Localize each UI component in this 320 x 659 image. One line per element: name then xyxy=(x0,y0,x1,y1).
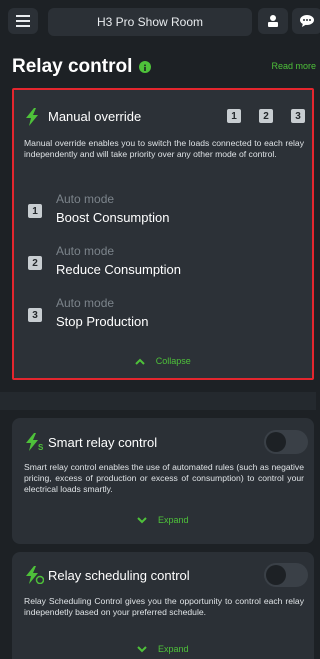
relay-scheduling-toggle[interactable] xyxy=(264,563,308,587)
profile-button[interactable] xyxy=(258,8,288,34)
expand-label: Expand xyxy=(157,644,189,654)
relay-badge-2: 2 xyxy=(259,109,273,123)
relay-row-2[interactable]: 2 Auto mode Reduce Consumption xyxy=(28,244,308,284)
collapse-button[interactable]: Collapse xyxy=(12,356,314,366)
chevron-up-icon xyxy=(135,358,145,365)
relay-mode-label: Auto mode xyxy=(56,244,115,258)
location-title: H3 Pro Show Room xyxy=(96,15,204,29)
relay-badge-1: 1 xyxy=(227,109,241,123)
toggle-knob xyxy=(266,432,286,452)
relay-number-badge: 2 xyxy=(28,256,42,270)
smart-relay-card: S Smart relay control Smart relay contro… xyxy=(12,418,314,544)
relay-mode-value: Boost Consumption xyxy=(56,210,170,225)
relay-number-badge: 1 xyxy=(28,204,42,218)
manual-override-description: Manual override enables you to switch th… xyxy=(24,138,304,159)
relay-row-1[interactable]: 1 Auto mode Boost Consumption xyxy=(28,192,308,232)
section-title: Relay control xyxy=(12,56,133,77)
collapse-label: Collapse xyxy=(155,356,191,366)
relay-number-badge: 3 xyxy=(28,308,42,322)
section-header: Relay control Read more xyxy=(0,52,316,82)
relay-badge-3: 3 xyxy=(291,109,305,123)
read-more-link[interactable]: Read more xyxy=(271,61,316,71)
chevron-down-icon xyxy=(137,646,148,653)
manual-override-card: Manual override 1 2 3 Manual override en… xyxy=(12,88,314,380)
manual-override-title: Manual override xyxy=(48,109,142,124)
smart-relay-description: Smart relay control enables the use of a… xyxy=(24,462,304,494)
info-icon[interactable] xyxy=(139,61,151,73)
menu-button[interactable] xyxy=(8,8,38,34)
relay-mode-value: Stop Production xyxy=(56,314,149,329)
divider-band xyxy=(0,392,316,410)
relay-scheduling-title: Relay scheduling control xyxy=(48,568,190,583)
toggle-knob xyxy=(266,565,286,585)
svg-text:S: S xyxy=(38,443,44,451)
smart-expand-button[interactable]: Expand xyxy=(12,515,314,525)
lightning-bolt-icon xyxy=(26,108,38,126)
top-bar: H3 Pro Show Room xyxy=(0,0,320,44)
chat-bubble-icon xyxy=(300,15,314,27)
expand-label: Expand xyxy=(157,515,189,525)
smart-relay-toggle[interactable] xyxy=(264,430,308,454)
relay-row-3[interactable]: 3 Auto mode Stop Production xyxy=(28,296,308,336)
relay-mode-label: Auto mode xyxy=(56,296,115,310)
location-title-button[interactable]: H3 Pro Show Room xyxy=(48,8,252,36)
relay-scheduling-description: Relay Scheduling Control gives you the o… xyxy=(24,596,304,617)
smart-relay-title: Smart relay control xyxy=(48,435,158,450)
relay-mode-value: Reduce Consumption xyxy=(56,262,182,277)
smart-bolt-icon: S xyxy=(26,433,44,451)
hamburger-icon xyxy=(16,15,30,27)
scheduling-bolt-icon xyxy=(26,566,44,584)
relay-scheduling-card: Relay scheduling control Relay Schedulin… xyxy=(12,552,314,659)
relay-mode-label: Auto mode xyxy=(56,192,115,206)
chat-button[interactable] xyxy=(292,8,320,34)
chevron-down-icon xyxy=(137,517,148,524)
scheduling-expand-button[interactable]: Expand xyxy=(12,644,314,654)
person-icon xyxy=(268,15,278,27)
